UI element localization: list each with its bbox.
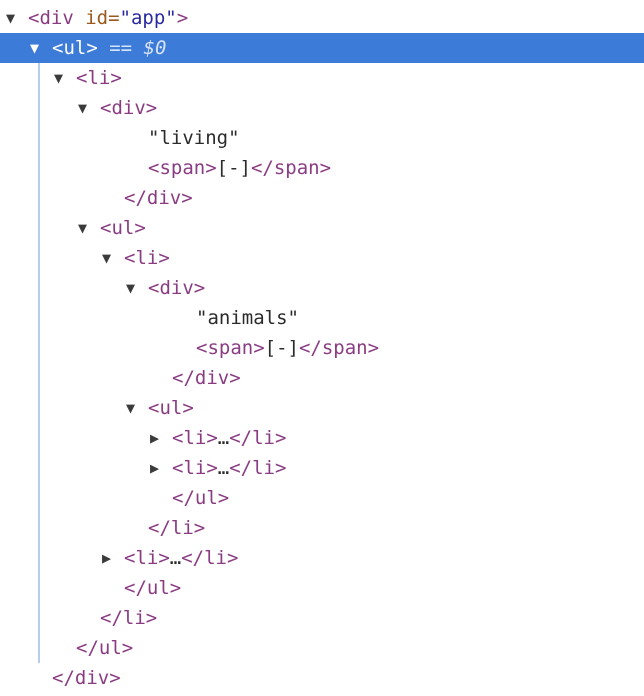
collapsed-ellipsis: … [217, 457, 230, 479]
open-tag: </div> [124, 187, 193, 209]
tree-row[interactable]: ▼ <div id="app"> [0, 3, 644, 33]
tree-row[interactable]: </div> [0, 663, 644, 693]
text-node: "living" [148, 127, 240, 149]
open-tag: <li> [172, 427, 218, 449]
open-tag: <ul> [52, 37, 98, 59]
tree-row[interactable]: ▼ <li> [0, 243, 644, 273]
open-tag: <li> [172, 457, 218, 479]
collapsed-ellipsis: … [169, 547, 182, 569]
open-tag: </ul> [76, 637, 134, 659]
tree-row[interactable]: <span>[-]</span> [0, 153, 644, 183]
open-tag: </ul> [172, 487, 230, 509]
tree-row[interactable]: "living" [0, 123, 644, 153]
collapse-triangle-icon[interactable]: ▼ [126, 393, 148, 423]
collapse-triangle-icon[interactable]: ▼ [6, 3, 28, 33]
tree-row[interactable]: ▼ <ul> [0, 393, 644, 423]
attribute-value: "app" [119, 7, 177, 29]
open-tag: <ul> [100, 217, 146, 239]
selection-guide-line [38, 63, 40, 663]
elements-tree: ▼ <div id="app"> ▼ <ul> == $0 ▼ <li> ▼ <div> "li… [0, 3, 644, 693]
open-tag: </ul> [124, 577, 182, 599]
expand-triangle-icon[interactable]: ▶ [102, 543, 124, 573]
open-tag: <span> [196, 337, 265, 359]
tree-row[interactable]: ▶ <li>…</li> [0, 453, 644, 483]
collapsed-ellipsis: … [217, 427, 230, 449]
collapse-triangle-icon[interactable]: ▼ [54, 63, 76, 93]
tree-row[interactable]: ▼ <li> [0, 63, 644, 93]
open-tag: </li> [148, 517, 206, 539]
tag-close: > [176, 7, 189, 29]
tree-row[interactable]: ▼ <div> [0, 273, 644, 303]
collapse-triangle-icon[interactable]: ▼ [78, 93, 100, 123]
selection-marker: == $0 [109, 37, 167, 59]
collapse-triangle-icon[interactable]: ▼ [102, 243, 124, 273]
open-tag: <li> [76, 67, 122, 89]
tree-row[interactable]: ▶ <li>…</li> [0, 423, 644, 453]
tree-row[interactable]: </div> [0, 363, 644, 393]
end-tag: </li> [229, 457, 287, 479]
open-tag: <div> [100, 97, 158, 119]
attribute-name: id= [73, 7, 120, 29]
open-tag: </div> [172, 367, 241, 389]
end-tag: </li> [229, 427, 287, 449]
open-tag: <div [28, 7, 74, 29]
collapse-triangle-icon[interactable]: ▼ [126, 273, 148, 303]
end-tag: </span> [298, 337, 380, 359]
open-tag: </li> [100, 607, 158, 629]
expand-triangle-icon[interactable]: ▶ [150, 423, 172, 453]
tree-row[interactable]: </ul> [0, 633, 644, 663]
tree-row[interactable]: </div> [0, 183, 644, 213]
end-tag: </li> [181, 547, 239, 569]
tree-row[interactable]: </ul> [0, 483, 644, 513]
open-tag: </div> [52, 667, 121, 689]
tree-row[interactable]: ▼ <div> [0, 93, 644, 123]
text-node: "animals" [196, 307, 299, 329]
collapse-triangle-icon[interactable]: ▼ [78, 213, 100, 243]
text-node: [-] [264, 337, 299, 359]
collapse-triangle-icon[interactable]: ▼ [30, 33, 52, 63]
open-tag: <span> [148, 157, 217, 179]
open-tag: <div> [148, 277, 206, 299]
end-tag: </span> [250, 157, 332, 179]
tree-row[interactable]: "animals" [0, 303, 644, 333]
open-tag: <li> [124, 247, 170, 269]
tree-row[interactable]: <span>[-]</span> [0, 333, 644, 363]
tree-row[interactable]: </li> [0, 513, 644, 543]
expand-triangle-icon[interactable]: ▶ [150, 453, 172, 483]
tree-row[interactable]: ▶ <li>…</li> [0, 543, 644, 573]
open-tag: <li> [124, 547, 170, 569]
tree-row[interactable]: </li> [0, 603, 644, 633]
tree-row-selected[interactable]: ▼ <ul> == $0 [0, 33, 644, 63]
open-tag: <ul> [148, 397, 194, 419]
tree-row[interactable]: </ul> [0, 573, 644, 603]
text-node: [-] [216, 157, 251, 179]
tree-row[interactable]: ▼ <ul> [0, 213, 644, 243]
